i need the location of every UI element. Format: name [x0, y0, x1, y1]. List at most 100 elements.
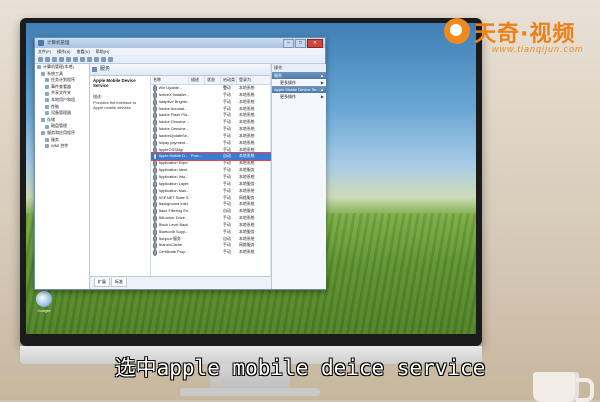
- gear-icon: [153, 208, 157, 216]
- table-row[interactable]: Adobe Genuine... 手动 本地系统: [151, 119, 271, 127]
- table-row[interactable]: Adobe Genuine... 手动 本地系统: [151, 126, 271, 133]
- help-icon[interactable]: [80, 56, 85, 62]
- cell-start: 手动: [223, 119, 231, 125]
- table-row[interactable]: Win Update... 手动 本地系统: [151, 85, 271, 92]
- cell-name: Adobe Genuine...: [151, 119, 189, 127]
- stop-icon[interactable]: [94, 56, 99, 62]
- column-startup-type[interactable]: 启动类型: [221, 76, 237, 90]
- table-row[interactable]: Application Layer... 手动 本地服务: [151, 180, 271, 188]
- table-row[interactable]: Alipay payment... 手动 本地系统: [151, 139, 271, 147]
- service-name: Adobe Acrobat...: [158, 105, 188, 111]
- tree-item-label: 任务计划程序: [51, 77, 75, 83]
- table-row[interactable]: Block Level Back... 手动 本地系统: [151, 221, 271, 229]
- table-row[interactable]: Certificate Prop... 手动 本地系统: [151, 249, 271, 257]
- table-row[interactable]: Application Man... 手动 本地系统: [151, 187, 271, 195]
- tab-extended[interactable]: 扩展: [94, 278, 110, 287]
- table-row[interactable]: BranchCache 手动 网络服务: [151, 242, 271, 250]
- tree-item[interactable]: 任务计划程序: [35, 77, 89, 84]
- service-name: Adobe Genuine...: [158, 126, 189, 132]
- show-tree-icon[interactable]: [59, 56, 64, 62]
- cell-logon: 本地系统: [239, 139, 255, 145]
- cell-start: 手动: [223, 132, 231, 138]
- services-pane: 服务 Apple Mobile Device Service 描述: Provi…: [90, 64, 274, 289]
- desktop-shortcut[interactable]: Google: [34, 291, 54, 317]
- table-row[interactable]: ASP.NET State S... 手动 网络服务: [151, 194, 271, 202]
- service-name: Certificate Prop...: [158, 249, 189, 255]
- table-row[interactable]: BitLocker Drive... 手动 本地系统: [151, 215, 271, 222]
- tree-item[interactable]: WMI 控件: [35, 143, 89, 150]
- table-row[interactable]: Application Expe... 手动 本地系统: [151, 160, 271, 168]
- forward-icon[interactable]: [45, 56, 50, 62]
- close-button[interactable]: ✕: [307, 39, 323, 48]
- table-row[interactable]: Adobe Flash Pla... 手动 本地系统: [151, 112, 271, 120]
- cell-desc: [189, 208, 205, 215]
- column-description[interactable]: 描述: [189, 76, 205, 84]
- column-status[interactable]: 状态: [205, 76, 221, 84]
- table-row[interactable]: AppleOSSMgr 手动 本地系统: [151, 146, 271, 154]
- cell-name: Apple Mobile D...: [151, 153, 189, 161]
- cell-name: ActiveX Installer...: [151, 91, 189, 99]
- table-row[interactable]: Apple Mobile D... Prov... 自动 本地系统: [151, 152, 271, 162]
- google-icon: [36, 291, 52, 307]
- cell-logon: 本地系统: [239, 126, 255, 132]
- restart-icon[interactable]: [108, 56, 113, 62]
- table-row[interactable]: Adaptive Brightn... 手动 本地系统: [151, 98, 271, 106]
- table-row[interactable]: Adobe Acrobat... 手动 本地系统: [151, 105, 271, 113]
- service-name: Adaptive Brightn...: [158, 98, 190, 104]
- cell-status: [205, 85, 221, 92]
- tree-item[interactable]: 服务和应用程序: [35, 130, 89, 137]
- tree-item[interactable]: 共享文件夹: [35, 90, 89, 97]
- table-row[interactable]: Application Ident... 手动 本地服务: [151, 167, 271, 174]
- actions-pane: 操作 服务 ▲ 更多操作 ▶ Apple Mobile Device Se...…: [271, 64, 326, 289]
- back-icon[interactable]: [38, 56, 43, 62]
- service-name: BranchCache: [158, 242, 183, 248]
- column-name[interactable]: 名称: [151, 76, 189, 84]
- table-row[interactable]: ActiveX Installer... 手动 本地系统: [151, 91, 271, 99]
- gear-icon: [153, 105, 157, 113]
- tab-standard[interactable]: 标准: [111, 278, 127, 287]
- menu-view[interactable]: 查看(V): [76, 49, 89, 55]
- cell-start: 手动: [223, 139, 231, 145]
- export-icon[interactable]: [73, 56, 78, 62]
- up-icon[interactable]: [52, 56, 57, 62]
- folder-icon: [45, 124, 49, 129]
- window-controls: – □ ✕: [283, 39, 323, 48]
- cell-start: 手动: [223, 167, 231, 173]
- gear-icon: [153, 146, 157, 154]
- table-row[interactable]: Application Info... 手动 本地系统: [151, 173, 271, 181]
- menu-action[interactable]: 操作(A): [57, 49, 70, 55]
- maximize-button[interactable]: □: [295, 39, 306, 48]
- refresh-icon[interactable]: [66, 56, 71, 62]
- tree-item-label: 共享文件夹: [51, 90, 71, 96]
- gear-icon: [153, 132, 157, 140]
- cell-status: [205, 249, 221, 256]
- service-name: Background Intel...: [158, 201, 190, 207]
- more-actions-selected[interactable]: 更多操作 ▶: [272, 93, 326, 100]
- table-row[interactable]: Base Filtering En... 自动 本地服务: [151, 208, 271, 216]
- table-row[interactable]: Bonjour 服务 自动 本地系统: [151, 235, 271, 243]
- tree-item[interactable]: 本地用户和组: [35, 97, 89, 104]
- menu-file[interactable]: 文件(F): [38, 49, 51, 55]
- gear-icon: [153, 173, 157, 181]
- actions-header: 操作: [272, 64, 326, 72]
- table-row[interactable]: Bluetooth Supp... 手动 本地服务: [151, 228, 271, 236]
- play-icon[interactable]: [87, 56, 92, 62]
- cell-start: 手动: [223, 146, 231, 152]
- service-name: Adobe Flash Pla...: [158, 112, 190, 118]
- tree-item-label: 服务和应用程序: [47, 129, 75, 135]
- title-bar[interactable]: 计算机管理 – □ ✕: [35, 38, 325, 48]
- table-row[interactable]: Background Intel... 手动 本地系统: [151, 201, 271, 209]
- actions-section-services[interactable]: 服务 ▲: [272, 72, 326, 79]
- more-actions-services[interactable]: 更多操作 ▶: [272, 79, 326, 86]
- tree-item[interactable]: 磁盘管理: [35, 123, 89, 130]
- actions-section-selected[interactable]: Apple Mobile Device Se... ▲: [272, 86, 326, 93]
- menu-help[interactable]: 帮助(H): [96, 49, 110, 55]
- computer-management-window[interactable]: 计算机管理 – □ ✕ 文件(F) 操作(A) 查看(V) 帮助(H) 计算机管…: [34, 37, 326, 290]
- tree-item[interactable]: 设备管理器: [35, 110, 89, 117]
- tree-item[interactable]: 计算机管理(本地): [35, 64, 89, 71]
- table-row[interactable]: AdobeUpdateSe... 手动 本地系统: [151, 132, 271, 140]
- services-header: 服务: [90, 64, 270, 76]
- pause-icon[interactable]: [101, 56, 106, 62]
- minimize-button[interactable]: –: [283, 39, 294, 48]
- column-log-on-as[interactable]: 登录为: [237, 76, 271, 84]
